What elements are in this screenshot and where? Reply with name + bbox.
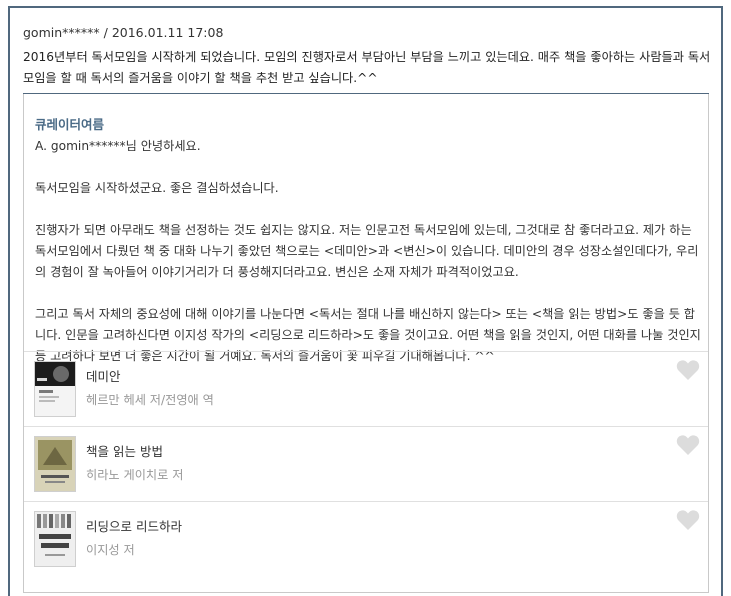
heart-icon[interactable] [676,434,700,456]
question-meta: gomin****** / 2016.01.11 17:08 [23,25,223,40]
heart-icon[interactable] [676,359,700,381]
book-author: 이지성 저 [86,543,135,557]
book-item[interactable]: 리딩으로 리드하라 이지성 저 [24,501,708,576]
answer-paragraph-2: 진행자가 되면 아무래도 책을 선정하는 것도 쉽지는 않지요. 저는 인문고전… [35,223,699,279]
book-cover-image[interactable] [34,436,76,492]
heart-icon[interactable] [676,509,700,531]
qa-panel: gomin****** / 2016.01.11 17:08 2016년부터 독… [8,6,723,596]
book-title[interactable]: 리딩으로 리드하라 [86,516,182,535]
question-author: gomin****** [23,25,100,40]
question-text: 2016년부터 독서모임을 시작하게 되었습니다. 모임의 진행자로서 부담아닌… [23,50,711,85]
book-cover-image[interactable] [34,361,76,417]
answer-greeting: A. gomin******님 안녕하세요. [35,139,201,153]
book-cover-image[interactable] [34,511,76,567]
answer-paragraph-1: 독서모임을 시작하셨군요. 좋은 결심하셨습니다. [35,181,279,195]
curator-name: 큐레이터여름 [35,117,105,132]
book-title[interactable]: 데미안 [86,366,121,385]
meta-separator: / [99,25,112,40]
curator-answer-box: 큐레이터여름 A. gomin******님 안녕하세요. 독서모임을 시작하셨… [23,93,709,593]
book-author: 히라노 게이치로 저 [86,468,184,482]
answer-body: A. gomin******님 안녕하세요. 독서모임을 시작하셨군요. 좋은 … [35,136,701,367]
book-item[interactable]: 데미안 헤르만 헤세 저/전영애 역 [24,351,708,426]
book-author: 헤르만 헤세 저/전영애 역 [86,393,214,407]
book-item[interactable]: 책을 읽는 방법 히라노 게이치로 저 [24,426,708,501]
question-datetime: 2016.01.11 17:08 [111,25,224,40]
book-title[interactable]: 책을 읽는 방법 [86,441,163,460]
